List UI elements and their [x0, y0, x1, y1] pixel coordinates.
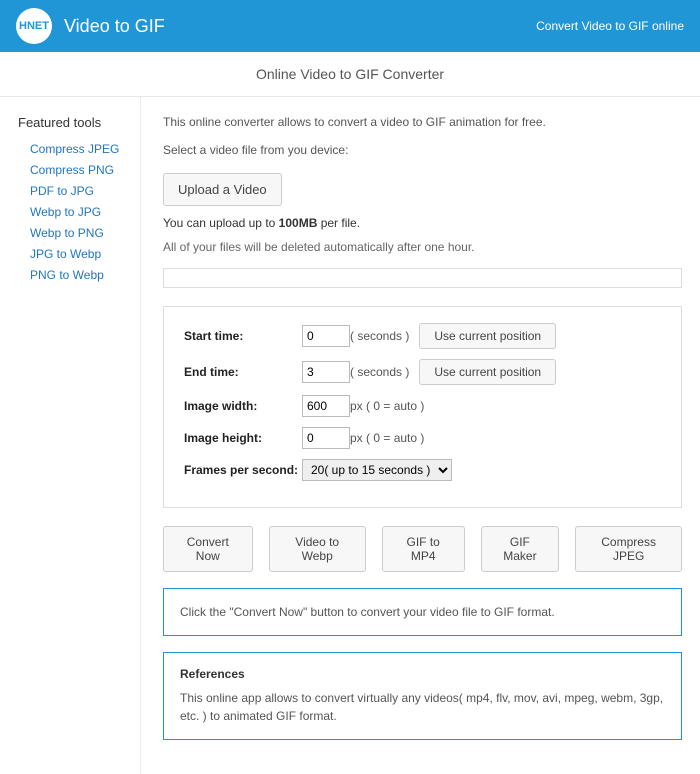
sidebar-item-compress-jpeg[interactable]: Compress JPEG: [30, 142, 119, 156]
sidebar-item-pdf-to-jpg[interactable]: PDF to JPG: [30, 184, 94, 198]
sidebar-item-png-to-webp[interactable]: PNG to Webp: [30, 268, 104, 282]
sidebar-item-compress-png[interactable]: Compress PNG: [30, 163, 114, 177]
row-height: Image height: px ( 0 = auto ): [184, 427, 661, 449]
references-box: References This online app allows to con…: [163, 652, 682, 740]
video-preview-placeholder: [163, 268, 682, 288]
intro-text: This online converter allows to convert …: [163, 115, 682, 129]
references-title: References: [180, 667, 665, 681]
main-content: This online converter allows to convert …: [140, 97, 700, 774]
gif-maker-button[interactable]: GIF Maker: [481, 526, 560, 572]
sidebar: Featured tools Compress JPEG Compress PN…: [0, 97, 140, 774]
upload-video-button[interactable]: Upload a Video: [163, 173, 282, 206]
header-title: Video to GIF: [64, 16, 536, 37]
width-unit: px ( 0 = auto ): [350, 399, 424, 413]
sidebar-item-jpg-to-webp[interactable]: JPG to Webp: [30, 247, 101, 261]
limit-prefix: You can upload up to: [163, 216, 279, 230]
row-start-time: Start time: ( seconds ) Use current posi…: [184, 323, 661, 349]
header-convert-link[interactable]: Convert Video to GIF online: [536, 19, 684, 33]
logo: HNET: [16, 8, 52, 44]
height-input[interactable]: [302, 427, 350, 449]
settings-panel: Start time: ( seconds ) Use current posi…: [163, 306, 682, 508]
fps-label: Frames per second:: [184, 463, 302, 477]
row-fps: Frames per second: 20( up to 15 seconds …: [184, 459, 661, 481]
gif-to-mp4-button[interactable]: GIF to MP4: [382, 526, 465, 572]
convert-now-button[interactable]: Convert Now: [163, 526, 253, 572]
sidebar-item-webp-to-jpg[interactable]: Webp to JPG: [30, 205, 101, 219]
width-input[interactable]: [302, 395, 350, 417]
row-width: Image width: px ( 0 = auto ): [184, 395, 661, 417]
start-time-label: Start time:: [184, 329, 302, 343]
end-time-current-button[interactable]: Use current position: [419, 359, 556, 385]
limit-bold: 100MB: [279, 216, 318, 230]
sidebar-heading: Featured tools: [18, 115, 140, 130]
hint-text: Click the "Convert Now" button to conver…: [180, 603, 665, 621]
upload-limit-text: You can upload up to 100MB per file.: [163, 216, 682, 230]
limit-suffix: per file.: [317, 216, 360, 230]
end-time-input[interactable]: [302, 361, 350, 383]
width-label: Image width:: [184, 399, 302, 413]
references-text: This online app allows to convert virtua…: [180, 689, 665, 725]
height-unit: px ( 0 = auto ): [350, 431, 424, 445]
sidebar-item-webp-to-png[interactable]: Webp to PNG: [30, 226, 104, 240]
hint-box: Click the "Convert Now" button to conver…: [163, 588, 682, 636]
select-file-label: Select a video file from you device:: [163, 143, 682, 157]
sidebar-list: Compress JPEG Compress PNG PDF to JPG We…: [18, 138, 140, 285]
end-time-unit: ( seconds ): [350, 365, 409, 379]
row-end-time: End time: ( seconds ) Use current positi…: [184, 359, 661, 385]
video-to-webp-button[interactable]: Video to Webp: [269, 526, 366, 572]
delete-note: All of your files will be deleted automa…: [163, 240, 682, 254]
start-time-current-button[interactable]: Use current position: [419, 323, 556, 349]
page-title: Online Video to GIF Converter: [0, 52, 700, 97]
height-label: Image height:: [184, 431, 302, 445]
start-time-input[interactable]: [302, 325, 350, 347]
fps-select[interactable]: 20( up to 15 seconds ): [302, 459, 452, 481]
end-time-label: End time:: [184, 365, 302, 379]
start-time-unit: ( seconds ): [350, 329, 409, 343]
compress-jpeg-button[interactable]: Compress JPEG: [575, 526, 682, 572]
action-buttons-row: Convert Now Video to Webp GIF to MP4 GIF…: [163, 526, 682, 572]
header: HNET Video to GIF Convert Video to GIF o…: [0, 0, 700, 52]
logo-text: HNET: [19, 20, 49, 32]
